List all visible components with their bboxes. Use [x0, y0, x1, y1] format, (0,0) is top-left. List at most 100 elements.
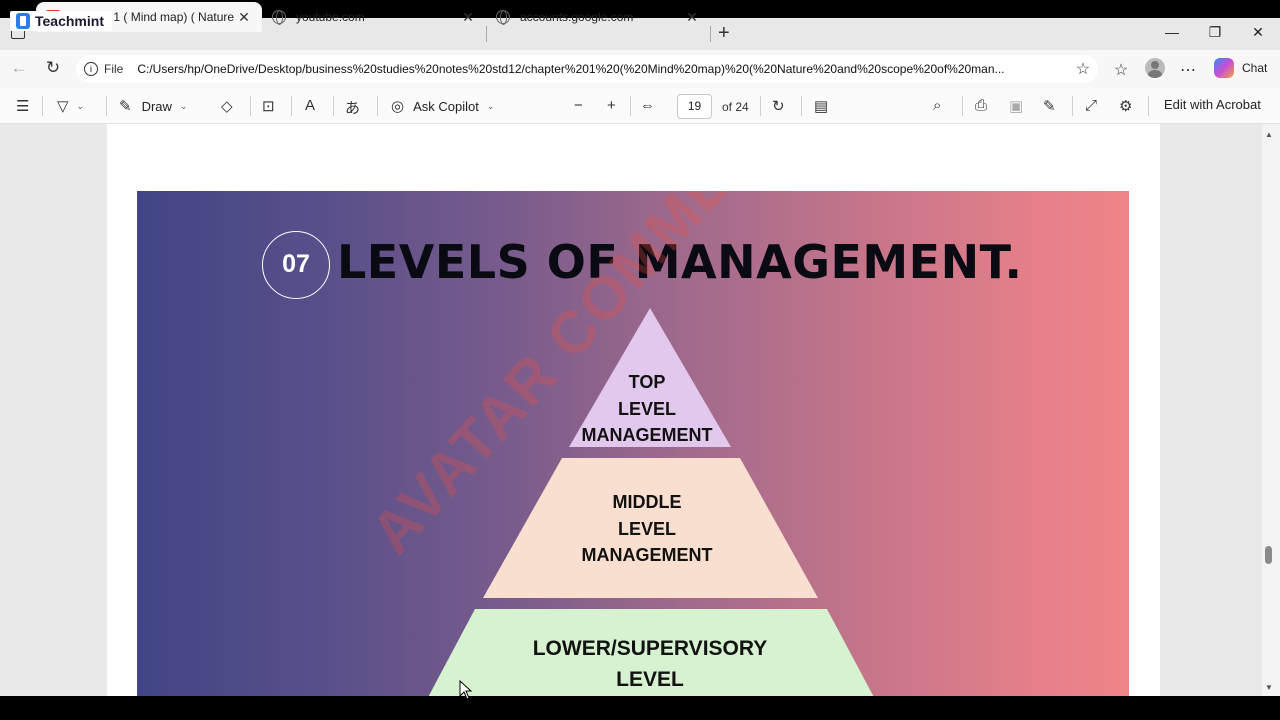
text-box-button[interactable]: ⊡: [262, 97, 275, 115]
middle-level-label: MIDDLE LEVEL MANAGEMENT: [557, 489, 737, 569]
teachmint-logo-icon: [16, 13, 30, 29]
draw-button[interactable]: ✎ Draw ⌄: [119, 97, 187, 115]
profile-avatar[interactable]: [1145, 58, 1165, 78]
toolbar-separator: [962, 96, 963, 116]
highlighter-icon: ▽: [57, 98, 69, 115]
top-level-line: TOP: [628, 372, 666, 392]
save-button[interactable]: ▣: [1009, 97, 1023, 115]
page-total: of 24: [722, 100, 749, 114]
zoom-in-button[interactable]: +: [607, 97, 616, 114]
chevron-down-icon[interactable]: ⌄: [77, 101, 85, 112]
toolbar-separator: [1072, 96, 1073, 116]
copilot-chat-button[interactable]: Chat: [1214, 58, 1267, 78]
chat-label: Chat: [1242, 61, 1268, 75]
read-aloud-icon: A: [305, 97, 316, 114]
address-bar[interactable]: i File C:/Users/hp/OneDrive/Desktop/busi…: [76, 55, 1098, 83]
new-tab-button[interactable]: +: [718, 22, 730, 45]
tab-google-accounts[interactable]: accounts.google.com ✕: [486, 2, 710, 32]
url-text[interactable]: C:/Users/hp/OneDrive/Desktop/business%20…: [137, 62, 1068, 76]
toolbar-separator: [250, 96, 251, 116]
contents-button[interactable]: ☰: [16, 97, 29, 115]
restore-button[interactable]: ❐: [1205, 24, 1225, 41]
top-level-label: TOP LEVEL MANAGEMENT: [557, 369, 737, 449]
back-button[interactable]: ←: [8, 58, 30, 78]
toolbar-separator: [106, 96, 107, 116]
fit-page-button[interactable]: ⇔: [640, 97, 655, 114]
rotate-button[interactable]: ↻: [772, 97, 785, 115]
page-view-icon: ▤: [814, 98, 829, 115]
favorite-star-icon[interactable]: ☆: [1068, 59, 1098, 79]
teachmint-label: Teachmint: [35, 13, 104, 29]
fit-width-icon: ⇔: [640, 97, 655, 114]
expand-icon: ⤢: [1085, 97, 1098, 114]
erase-button[interactable]: ◇: [221, 97, 233, 115]
bottom-black-strip: [0, 696, 1280, 720]
read-aloud-button[interactable]: A: [305, 97, 315, 114]
middle-level-line: MIDDLE: [612, 492, 682, 512]
highlight-button[interactable]: ▽ ⌄: [57, 97, 84, 115]
toolbar-separator: [333, 96, 334, 116]
lower-level-line: LOWER/SUPERVISORY: [532, 637, 768, 660]
copilot-icon: [1214, 58, 1234, 78]
top-level-line: LEVEL: [617, 398, 676, 419]
fullscreen-button[interactable]: ⤢: [1085, 97, 1097, 114]
close-tab-icon[interactable]: ✕: [460, 9, 476, 26]
save-icon: ▣: [1009, 98, 1024, 115]
toolbar-separator: [801, 96, 802, 116]
save-as-button[interactable]: ✎: [1043, 97, 1056, 115]
tab-separator: [710, 26, 711, 42]
minimize-button[interactable]: —: [1162, 24, 1182, 40]
edit-with-acrobat-button[interactable]: Edit with Acrobat: [1164, 97, 1261, 112]
scheme-label: File: [104, 62, 124, 76]
scroll-down-icon[interactable]: ▼: [1265, 683, 1273, 692]
toolbar-separator: [760, 96, 761, 116]
vertical-scrollbar[interactable]: [1262, 124, 1280, 696]
info-icon[interactable]: i: [84, 62, 98, 76]
translate-button[interactable]: あ: [345, 97, 360, 118]
page-number-input[interactable]: 19: [677, 94, 712, 119]
middle-level-line: MANAGEMENT: [581, 545, 713, 565]
mouse-cursor-icon: [459, 680, 473, 700]
tab-title: accounts.google.com: [520, 10, 634, 24]
globe-icon: [496, 10, 510, 25]
pdf-viewer[interactable]: 07 LEVELS OF MANAGEMENT. TOP LEVEL MANAG…: [0, 124, 1280, 696]
list-icon: ☰: [16, 98, 30, 115]
toolbar-separator: [377, 96, 378, 116]
tab-title: youtube.com: [296, 10, 365, 24]
rotate-icon: ↻: [772, 98, 785, 115]
translate-icon: あ: [345, 100, 361, 117]
search-button[interactable]: ⌕: [933, 97, 941, 114]
close-tab-icon[interactable]: ✕: [684, 9, 700, 26]
toolbar-separator: [42, 96, 43, 116]
teachmint-watermark: Teachmint: [10, 11, 112, 31]
close-window-button[interactable]: ✕: [1248, 24, 1268, 41]
middle-level-line: LEVEL: [617, 518, 676, 539]
scroll-up-icon[interactable]: ▲: [1265, 130, 1273, 139]
zoom-out-button[interactable]: −: [574, 97, 583, 114]
toolbar-separator: [291, 96, 292, 116]
top-level-line: MANAGEMENT: [581, 425, 713, 445]
plus-icon: +: [607, 97, 616, 114]
close-tab-icon[interactable]: ✕: [236, 9, 252, 26]
settings-button[interactable]: ⚙: [1119, 97, 1132, 115]
minus-icon: −: [574, 97, 583, 114]
chevron-down-icon[interactable]: ⌄: [487, 101, 495, 112]
search-icon: ⌕: [933, 97, 942, 114]
chevron-down-icon[interactable]: ⌄: [180, 101, 188, 112]
ask-copilot-button[interactable]: ◎ Ask Copilot ⌄: [391, 97, 494, 115]
print-button[interactable]: ⎙: [975, 97, 987, 114]
reload-button[interactable]: ↻: [42, 58, 64, 78]
toolbar-separator: [630, 96, 631, 116]
save-as-icon: ✎: [1043, 98, 1056, 115]
pen-icon: ✎: [119, 98, 132, 115]
page-view-button[interactable]: ▤: [814, 97, 828, 115]
globe-icon: [272, 10, 286, 25]
edit-with-acrobat-label: Edit with Acrobat: [1164, 97, 1261, 112]
tab-youtube[interactable]: youtube.com ✕: [262, 2, 486, 32]
gear-icon: ⚙: [1119, 98, 1133, 115]
scrollbar-thumb[interactable]: [1265, 546, 1272, 564]
more-menu-icon[interactable]: ⋯: [1178, 60, 1198, 80]
favorites-icon[interactable]: ☆: [1111, 60, 1131, 80]
copilot-outline-icon: ◎: [391, 98, 405, 115]
lower-level-label: LOWER/SUPERVISORY LEVEL: [500, 633, 800, 695]
